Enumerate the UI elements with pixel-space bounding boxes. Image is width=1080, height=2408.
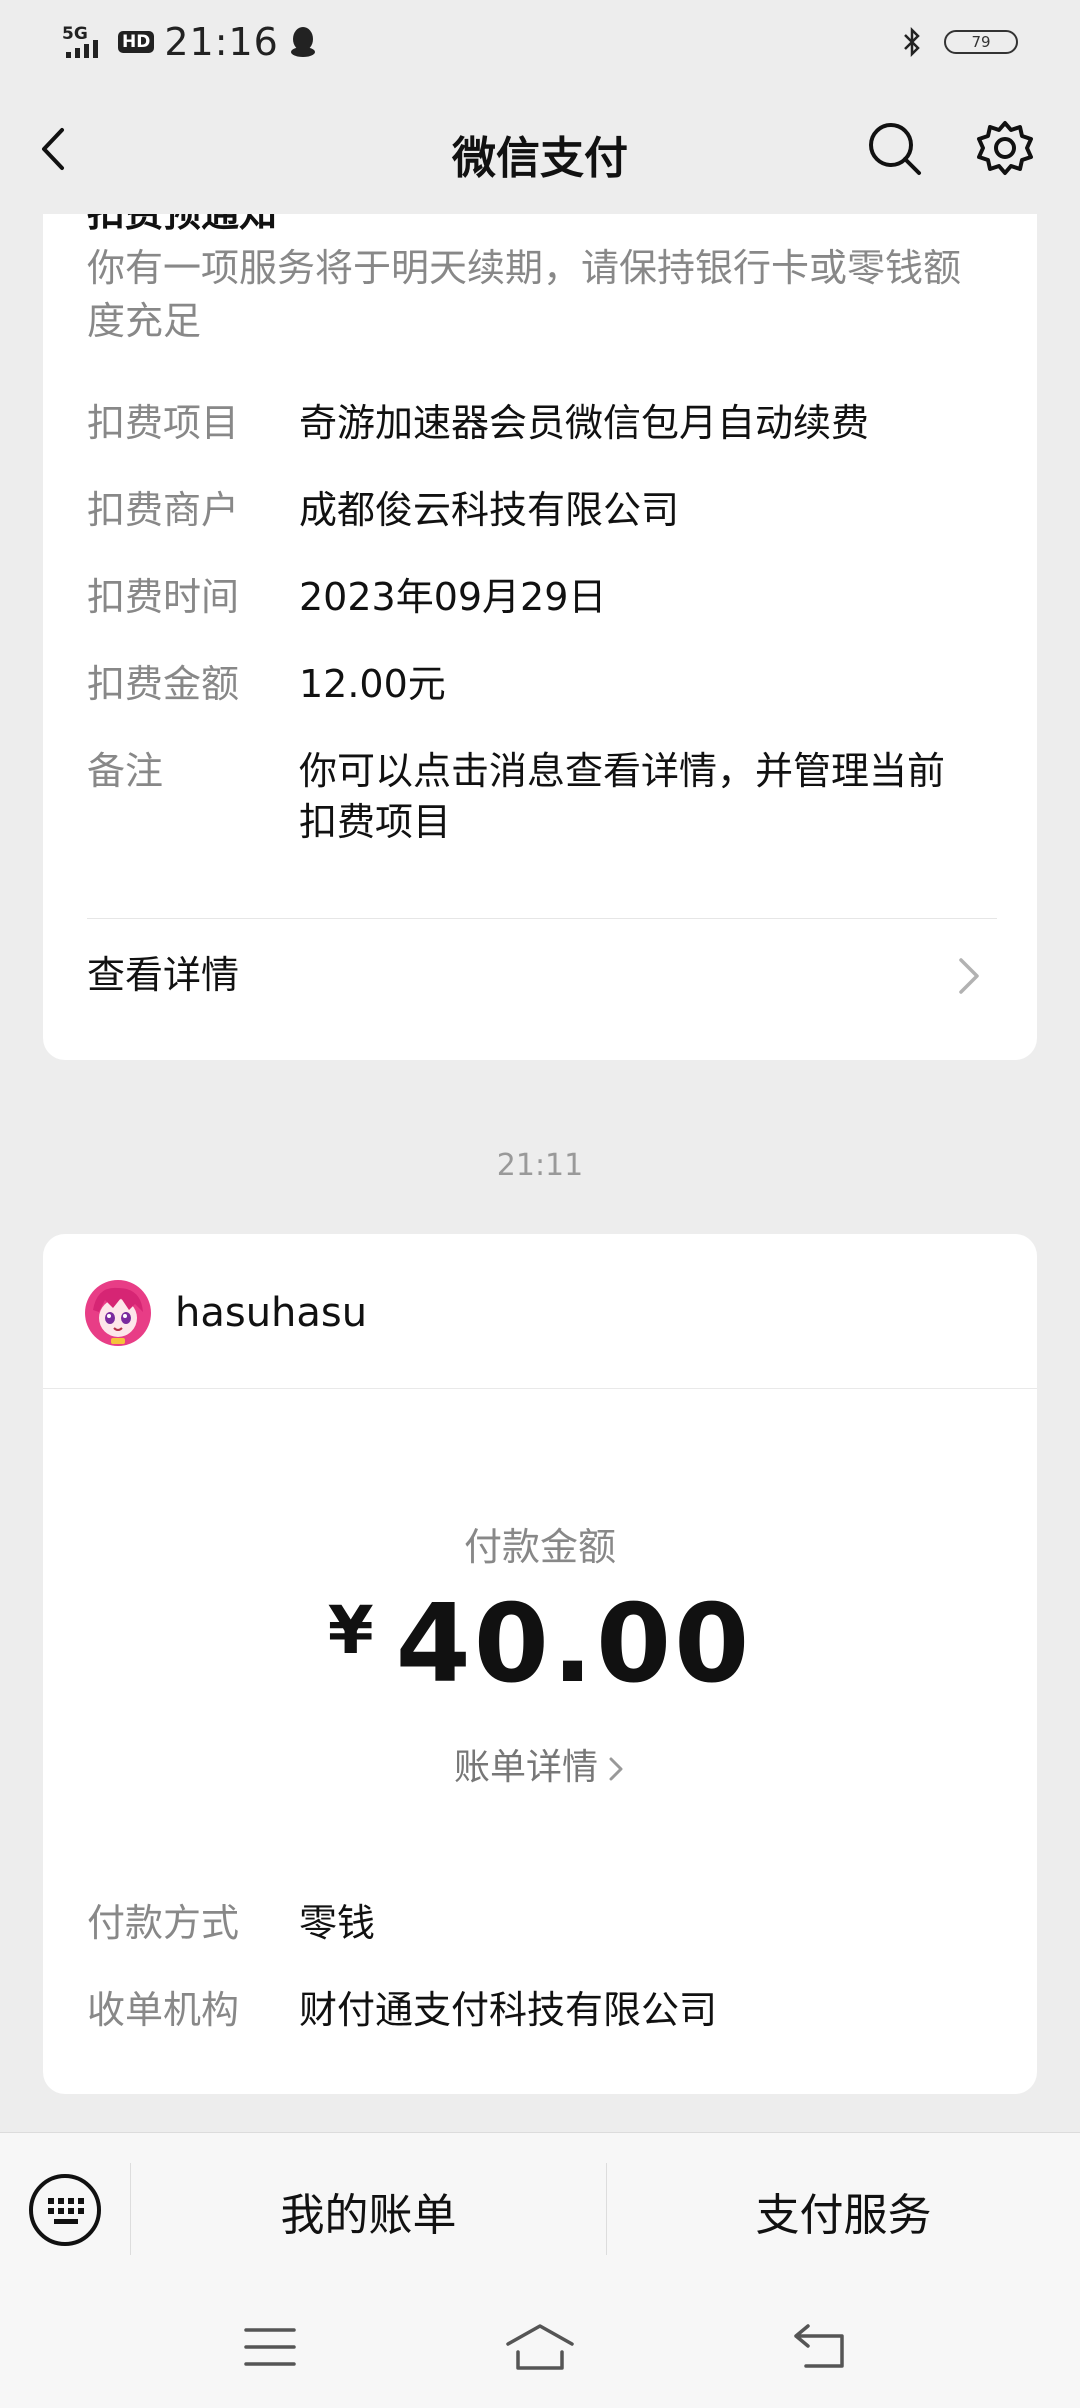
row-key: 付款方式 — [87, 1901, 240, 1945]
bill-details-label: 账单详情 — [453, 1747, 598, 1788]
payment-amount: ¥40.00 — [43, 1582, 1037, 1707]
nav-bar: 微信支付 — [0, 84, 1080, 214]
keyboard-icon[interactable] — [28, 2173, 102, 2247]
battery-level: 79 — [971, 33, 991, 51]
row-key: 扣费商户 — [87, 488, 240, 532]
notice-title: 扣费预通知 — [87, 214, 277, 237]
amount-value: 40.00 — [395, 1582, 753, 1707]
row-key: 收单机构 — [87, 1988, 240, 2032]
message-list[interactable]: 扣费预通知 你有一项服务将于明天续期，请保持银行卡或零钱额度充足 扣费项目 奇游… — [0, 214, 1080, 2132]
qq-icon — [290, 27, 315, 57]
row-value: 成都俊云科技有限公司 — [299, 488, 680, 532]
currency-symbol: ¥ — [327, 1592, 374, 1669]
status-right: 79 — [902, 22, 1018, 62]
row-key: 扣费项目 — [87, 401, 240, 445]
system-navigation-bar — [0, 2282, 1080, 2408]
back-icon[interactable] — [790, 2322, 852, 2372]
gear-icon[interactable] — [974, 118, 1036, 180]
status-bar: 5G HD 21:16 79 — [0, 0, 1080, 84]
status-left: 5G HD 21:16 — [62, 14, 317, 70]
row-key: 扣费时间 — [87, 575, 240, 619]
card-divider — [43, 1388, 1037, 1389]
message-timestamp: 21:11 — [496, 1148, 584, 1183]
notice-description: 你有一项服务将于明天续期，请保持银行卡或零钱额度充足 — [87, 246, 962, 343]
chevron-right-icon — [959, 958, 979, 994]
avatar — [85, 1280, 151, 1346]
bottom-menu-bar: 我的账单 支付服务 — [0, 2132, 1080, 2283]
bluetooth-icon — [904, 26, 920, 58]
row-value: 你可以点击消息查看详情，并管理当前扣费项目 — [299, 749, 946, 844]
menu-icon[interactable] — [242, 2322, 298, 2372]
view-details-label: 查看详情 — [87, 953, 240, 997]
search-icon[interactable] — [864, 118, 926, 180]
merchant-header[interactable]: hasuhasu — [85, 1278, 367, 1348]
my-bill-tab[interactable]: 我的账单 — [131, 2179, 606, 2243]
row-value: 奇游加速器会员微信包月自动续费 — [299, 401, 870, 445]
row-key: 备注 — [87, 749, 164, 793]
merchant-name: hasuhasu — [175, 1290, 368, 1336]
card-divider — [87, 918, 997, 919]
status-time: 21:16 — [164, 20, 279, 64]
home-icon[interactable] — [504, 2322, 576, 2372]
deduction-notice-card[interactable]: 扣费预通知 你有一项服务将于明天续期，请保持银行卡或零钱额度充足 扣费项目 奇游… — [43, 214, 1037, 1060]
bill-details-link[interactable]: 账单详情 — [43, 1738, 1037, 1790]
amount-label: 付款金额 — [463, 1525, 616, 1569]
hd-icon: HD — [118, 31, 155, 53]
row-value: 财付通支付科技有限公司 — [299, 1988, 718, 2032]
row-value: 零钱 — [299, 1901, 376, 1945]
payment-card[interactable]: hasuhasu 付款金额 ¥40.00 账单详情 付款方式 零钱 收单机构 财… — [43, 1234, 1037, 2094]
payment-service-tab[interactable]: 支付服务 — [607, 2179, 1080, 2243]
row-key: 扣费金额 — [87, 662, 240, 706]
row-value: 2023年09月29日 — [299, 575, 607, 619]
view-details-link[interactable]: 查看详情 — [87, 936, 997, 1016]
signal-icon: 5G — [62, 24, 108, 60]
row-value: 12.00元 — [299, 662, 446, 706]
battery-icon: 79 — [944, 30, 1018, 54]
chevron-right-icon — [609, 1757, 623, 1781]
